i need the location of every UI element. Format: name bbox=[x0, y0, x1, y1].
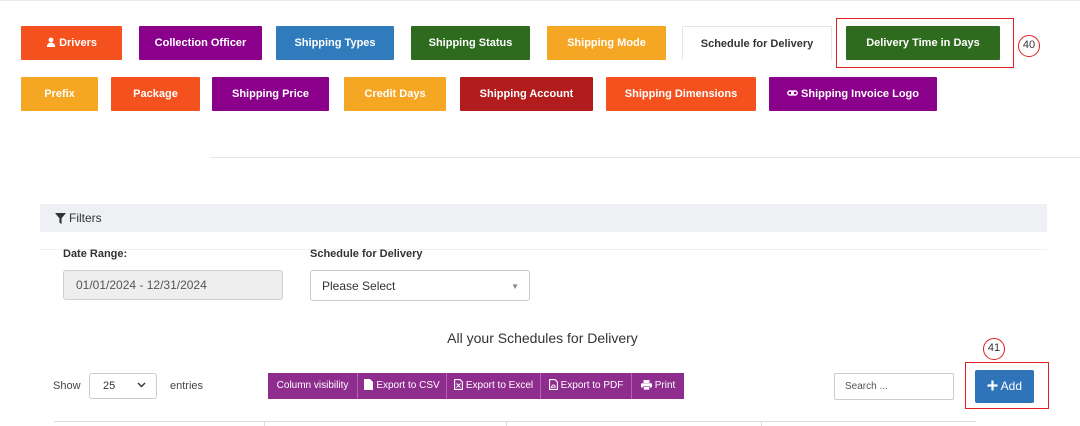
file-icon bbox=[364, 379, 376, 391]
select-value: Please Select bbox=[322, 279, 396, 293]
button-label: Export to PDF bbox=[560, 380, 624, 391]
schedule-for-delivery-select[interactable]: Please Select ▼ bbox=[310, 270, 530, 301]
printer-icon bbox=[640, 380, 655, 391]
tab-schedule-for-delivery[interactable]: Schedule for Delivery bbox=[682, 26, 832, 60]
filters-title: Filters bbox=[69, 211, 102, 225]
tab-drivers[interactable]: Drivers bbox=[21, 26, 122, 60]
filters-panel bbox=[40, 232, 1047, 250]
date-range-input[interactable]: 01/01/2024 - 12/31/2024 bbox=[63, 270, 283, 300]
button-label: Export to CSV bbox=[376, 380, 440, 391]
tab-label: Shipping Dimensions bbox=[624, 88, 738, 100]
tab-shipping-account[interactable]: Shipping Account bbox=[460, 77, 593, 111]
tab-credit-days[interactable]: Credit Days bbox=[344, 77, 446, 111]
date-range-label: Date Range: bbox=[63, 248, 128, 260]
tab-shipping-mode[interactable]: Shipping Mode bbox=[547, 26, 666, 60]
top-divider bbox=[0, 0, 1080, 1]
tab-shipping-invoice-logo[interactable]: Shipping Invoice Logo bbox=[769, 77, 937, 111]
button-label: Print bbox=[654, 380, 676, 391]
tab-label: Credit Days bbox=[364, 88, 426, 100]
tab-label: Shipping Types bbox=[294, 37, 376, 49]
page-length-value: 25 bbox=[103, 380, 116, 392]
tab-label: Prefix bbox=[44, 88, 75, 100]
tab-label: Shipping Status bbox=[428, 37, 513, 49]
annotation-box-41 bbox=[965, 362, 1049, 409]
table-column-divider bbox=[761, 422, 762, 426]
pdf-file-icon bbox=[548, 379, 561, 391]
schedule-for-delivery-label: Schedule for Delivery bbox=[310, 248, 423, 260]
print-button[interactable]: Print bbox=[632, 373, 684, 399]
tab-label: Collection Officer bbox=[154, 37, 247, 49]
tab-package[interactable]: Package bbox=[111, 77, 200, 111]
tab-label: Drivers bbox=[59, 37, 97, 49]
show-label: Show bbox=[53, 380, 81, 392]
tab-shipping-types[interactable]: Shipping Types bbox=[276, 26, 394, 60]
button-label: Export to Excel bbox=[465, 380, 534, 391]
column-visibility-button[interactable]: Column visibility bbox=[268, 373, 358, 399]
export-pdf-button[interactable]: Export to PDF bbox=[541, 373, 632, 399]
tab-shipping-dimensions[interactable]: Shipping Dimensions bbox=[606, 77, 756, 111]
table-header bbox=[54, 421, 976, 426]
tab-collection-officer[interactable]: Collection Officer bbox=[139, 26, 262, 60]
tab-label: Schedule for Delivery bbox=[700, 38, 814, 50]
filters-header[interactable]: Filters bbox=[40, 204, 1047, 232]
caret-down-icon: ▼ bbox=[511, 282, 519, 291]
table-column-divider bbox=[264, 422, 265, 426]
tab-label: Shipping Invoice Logo bbox=[801, 88, 919, 100]
export-csv-button[interactable]: Export to CSV bbox=[358, 373, 447, 399]
entries-label: entries bbox=[170, 380, 204, 392]
excel-file-icon bbox=[453, 379, 466, 391]
export-excel-button[interactable]: Export to Excel bbox=[447, 373, 541, 399]
annotation-box-40 bbox=[836, 18, 1014, 68]
tab-prefix[interactable]: Prefix bbox=[21, 77, 98, 111]
search-input[interactable]: Search ... bbox=[834, 373, 954, 400]
tab-shipping-status[interactable]: Shipping Status bbox=[411, 26, 530, 60]
user-icon bbox=[46, 37, 56, 49]
tab-label: Shipping Price bbox=[231, 88, 309, 100]
table-column-divider bbox=[506, 422, 507, 426]
chevron-down-icon bbox=[137, 374, 146, 398]
tab-shipping-price[interactable]: Shipping Price bbox=[212, 77, 329, 111]
table-title: All your Schedules for Delivery bbox=[447, 330, 638, 346]
button-label: Column visibility bbox=[276, 380, 349, 391]
section-divider bbox=[210, 157, 1080, 158]
filter-icon bbox=[55, 211, 69, 225]
annotation-marker-40: 40 bbox=[1018, 35, 1040, 57]
page-length-select[interactable]: 25 bbox=[89, 373, 157, 399]
tab-label: Shipping Account bbox=[479, 88, 574, 100]
link-icon bbox=[787, 88, 798, 100]
tab-label: Shipping Mode bbox=[567, 37, 646, 49]
tab-label: Package bbox=[133, 88, 178, 100]
annotation-marker-41: 41 bbox=[983, 338, 1005, 360]
